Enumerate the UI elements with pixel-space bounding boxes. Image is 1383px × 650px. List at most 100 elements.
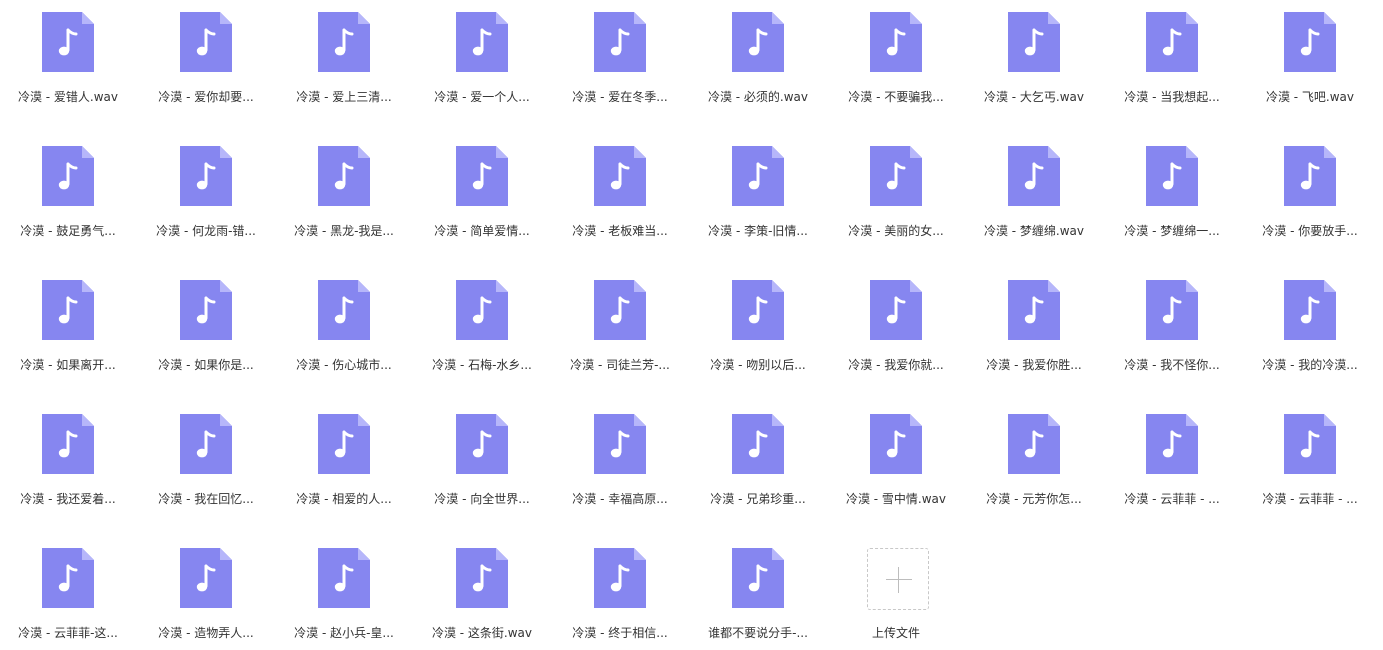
file-name-label: 冷漠 - 必须的.wav bbox=[707, 90, 809, 104]
file-item[interactable]: 冷漠 - 老板难当... bbox=[555, 134, 685, 260]
file-name-label: 冷漠 - 何龙雨-错... bbox=[156, 224, 256, 238]
file-item[interactable]: 冷漠 - 如果离开... bbox=[3, 268, 133, 394]
file-name-label: 冷漠 - 石梅-水乡... bbox=[432, 358, 532, 372]
file-item[interactable]: 冷漠 - 终于相信... bbox=[555, 536, 685, 650]
file-item[interactable]: 冷漠 - 黑龙-我是... bbox=[279, 134, 409, 260]
file-name-label: 冷漠 - 云菲菲 - ... bbox=[1124, 492, 1220, 506]
file-item[interactable]: 冷漠 - 李策-旧情... bbox=[693, 134, 823, 260]
file-item[interactable]: 冷漠 - 赵小兵-皇... bbox=[279, 536, 409, 650]
file-item[interactable]: 冷漠 - 不要骗我... bbox=[831, 0, 961, 126]
music-file-icon bbox=[318, 548, 370, 608]
file-item[interactable]: 冷漠 - 爱上三清... bbox=[279, 0, 409, 126]
music-file-icon bbox=[870, 146, 922, 206]
file-item[interactable]: 冷漠 - 何龙雨-错... bbox=[141, 134, 271, 260]
music-file-icon bbox=[1146, 146, 1198, 206]
file-name-label: 冷漠 - 如果你是... bbox=[158, 358, 254, 372]
file-item[interactable]: 冷漠 - 这条街.wav bbox=[417, 536, 547, 650]
file-item[interactable]: 冷漠 - 大乞丐.wav bbox=[969, 0, 1099, 126]
file-item[interactable]: 冷漠 - 梦缠绵一... bbox=[1107, 134, 1237, 260]
file-item[interactable]: 冷漠 - 梦缠绵.wav bbox=[969, 134, 1099, 260]
file-item[interactable]: 冷漠 - 我在回忆... bbox=[141, 402, 271, 528]
music-file-icon bbox=[1284, 280, 1336, 340]
file-item[interactable]: 冷漠 - 飞吧.wav bbox=[1245, 0, 1375, 126]
file-item[interactable]: 冷漠 - 云菲菲-这... bbox=[3, 536, 133, 650]
music-file-icon bbox=[870, 280, 922, 340]
file-name-label: 冷漠 - 我在回忆... bbox=[158, 492, 254, 506]
music-file-icon bbox=[594, 12, 646, 72]
file-name-label: 冷漠 - 终于相信... bbox=[572, 626, 668, 640]
file-name-label: 冷漠 - 飞吧.wav bbox=[1265, 90, 1355, 104]
music-file-icon bbox=[318, 146, 370, 206]
file-name-label: 冷漠 - 我爱你胜... bbox=[986, 358, 1082, 372]
file-name-label: 冷漠 - 兄弟珍重... bbox=[710, 492, 806, 506]
music-file-icon bbox=[42, 146, 94, 206]
file-item[interactable]: 冷漠 - 如果你是... bbox=[141, 268, 271, 394]
music-file-icon bbox=[732, 414, 784, 474]
music-file-icon bbox=[1146, 12, 1198, 72]
file-item[interactable]: 冷漠 - 我的冷漠... bbox=[1245, 268, 1375, 394]
music-file-icon bbox=[42, 414, 94, 474]
file-name-label: 冷漠 - 黑龙-我是... bbox=[294, 224, 394, 238]
file-item[interactable]: 冷漠 - 雪中情.wav bbox=[831, 402, 961, 528]
file-item[interactable]: 冷漠 - 我不怪你... bbox=[1107, 268, 1237, 394]
file-name-label: 冷漠 - 如果离开... bbox=[20, 358, 116, 372]
file-item[interactable]: 冷漠 - 云菲菲 - ... bbox=[1107, 402, 1237, 528]
file-name-label: 冷漠 - 爱上三清... bbox=[296, 90, 392, 104]
file-item[interactable]: 冷漠 - 必须的.wav bbox=[693, 0, 823, 126]
music-file-icon bbox=[180, 146, 232, 206]
music-file-icon bbox=[1284, 146, 1336, 206]
plus-icon[interactable] bbox=[867, 548, 929, 610]
file-name-label: 冷漠 - 吻别以后... bbox=[710, 358, 806, 372]
file-item[interactable]: 冷漠 - 吻别以后... bbox=[693, 268, 823, 394]
file-name-label: 冷漠 - 我不怪你... bbox=[1124, 358, 1220, 372]
music-file-icon bbox=[870, 12, 922, 72]
music-file-icon bbox=[456, 548, 508, 608]
file-item[interactable]: 冷漠 - 元芳你怎... bbox=[969, 402, 1099, 528]
file-name-label: 冷漠 - 雪中情.wav bbox=[845, 492, 947, 506]
file-item[interactable]: 冷漠 - 我还爱着... bbox=[3, 402, 133, 528]
file-item[interactable]: 冷漠 - 幸福高原... bbox=[555, 402, 685, 528]
music-file-icon bbox=[42, 548, 94, 608]
file-item[interactable]: 冷漠 - 兄弟珍重... bbox=[693, 402, 823, 528]
music-file-icon bbox=[870, 414, 922, 474]
music-file-icon bbox=[732, 548, 784, 608]
file-name-label: 冷漠 - 美丽的女... bbox=[848, 224, 944, 238]
file-item[interactable]: 冷漠 - 爱你却要... bbox=[141, 0, 271, 126]
file-name-label: 冷漠 - 相爱的人... bbox=[296, 492, 392, 506]
file-name-label: 冷漠 - 元芳你怎... bbox=[986, 492, 1082, 506]
music-file-icon bbox=[1146, 280, 1198, 340]
file-item[interactable]: 冷漠 - 我爱你胜... bbox=[969, 268, 1099, 394]
file-item[interactable]: 冷漠 - 美丽的女... bbox=[831, 134, 961, 260]
file-name-label: 冷漠 - 这条街.wav bbox=[431, 626, 533, 640]
file-item[interactable]: 冷漠 - 造物弄人... bbox=[141, 536, 271, 650]
file-item[interactable]: 冷漠 - 司徒兰芳-... bbox=[555, 268, 685, 394]
file-name-label: 冷漠 - 你要放手... bbox=[1262, 224, 1358, 238]
file-item[interactable]: 冷漠 - 爱错人.wav bbox=[3, 0, 133, 126]
upload-file-button[interactable]: 上传文件 bbox=[831, 536, 961, 650]
file-name-label: 冷漠 - 李策-旧情... bbox=[708, 224, 808, 238]
file-item[interactable]: 冷漠 - 石梅-水乡... bbox=[417, 268, 547, 394]
file-item[interactable]: 冷漠 - 向全世界... bbox=[417, 402, 547, 528]
music-file-icon bbox=[1284, 12, 1336, 72]
music-file-icon bbox=[456, 280, 508, 340]
file-item[interactable]: 冷漠 - 云菲菲 - ... bbox=[1245, 402, 1375, 528]
file-name-label: 冷漠 - 造物弄人... bbox=[158, 626, 254, 640]
file-item[interactable]: 冷漠 - 相爱的人... bbox=[279, 402, 409, 528]
file-item[interactable]: 冷漠 - 当我想起... bbox=[1107, 0, 1237, 126]
file-item[interactable]: 冷漠 - 我爱你就... bbox=[831, 268, 961, 394]
file-item[interactable]: 冷漠 - 伤心城市... bbox=[279, 268, 409, 394]
file-name-label: 冷漠 - 爱错人.wav bbox=[17, 90, 119, 104]
file-item[interactable]: 冷漠 - 爱一个人... bbox=[417, 0, 547, 126]
music-file-icon bbox=[318, 12, 370, 72]
file-name-label: 冷漠 - 伤心城市... bbox=[296, 358, 392, 372]
file-item[interactable]: 谁都不要说分手-... bbox=[693, 536, 823, 650]
music-file-icon bbox=[1008, 146, 1060, 206]
music-file-icon bbox=[42, 12, 94, 72]
file-name-label: 冷漠 - 向全世界... bbox=[434, 492, 530, 506]
file-item[interactable]: 冷漠 - 鼓足勇气... bbox=[3, 134, 133, 260]
file-name-label: 冷漠 - 爱在冬季... bbox=[572, 90, 668, 104]
file-item[interactable]: 冷漠 - 你要放手... bbox=[1245, 134, 1375, 260]
file-item[interactable]: 冷漠 - 爱在冬季... bbox=[555, 0, 685, 126]
music-file-icon bbox=[594, 548, 646, 608]
file-item[interactable]: 冷漠 - 简单爱情... bbox=[417, 134, 547, 260]
